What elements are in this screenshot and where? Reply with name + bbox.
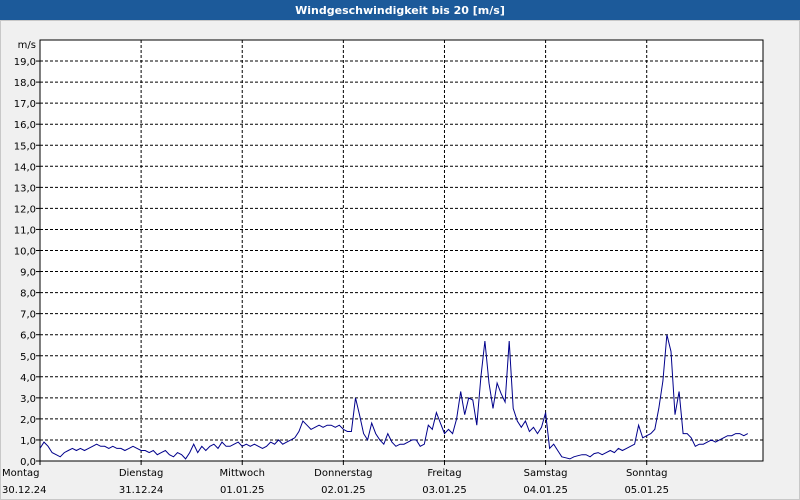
y-tick-label: 9,0	[20, 268, 36, 279]
x-date-label: 03.01.25	[422, 485, 467, 496]
x-weekday-label: Mittwoch	[220, 468, 265, 479]
y-tick-label: 1,0	[20, 436, 36, 447]
y-tick-label: 10,0	[14, 247, 36, 258]
y-tick-label: 16,0	[14, 120, 36, 131]
y-tick-label: 0,0	[20, 457, 36, 468]
x-date-label: 30.12.24	[2, 485, 47, 496]
y-tick-label: 4,0	[20, 373, 36, 384]
x-weekday-label: Freitag	[427, 468, 461, 479]
x-axis: Montag 30.12.24 Dienstag 31.12.24 Mittwoch 01…	[2, 461, 669, 496]
x-date-label: 31.12.24	[119, 485, 164, 496]
x-weekday-label: Montag	[2, 468, 39, 479]
wind-speed-chart: 0,0 1,0 2,0 3,0 4,0 5,0 6,0 7,0 8,0 9,0 10,0 11,0 12…	[2, 39, 764, 496]
y-tick-label: 11,0	[14, 225, 36, 236]
x-weekday-label: Samstag	[524, 468, 568, 479]
y-tick-label: 5,0	[20, 352, 36, 363]
y-tick-label: 2,0	[20, 415, 36, 426]
x-weekday-label: Sonntag	[626, 468, 668, 479]
y-tick-label: 15,0	[14, 141, 36, 152]
x-date-label: 01.01.25	[220, 485, 265, 496]
x-date-label: 05.01.25	[624, 485, 669, 496]
x-date-label: 04.01.25	[523, 485, 568, 496]
x-date-label: 02.01.25	[321, 485, 366, 496]
y-tick-label: 13,0	[14, 183, 36, 194]
y-tick-label: 19,0	[14, 57, 36, 68]
y-tick-label: 14,0	[14, 162, 36, 173]
y-axis-unit-label: m/s	[18, 40, 36, 51]
y-tick-label: 7,0	[20, 310, 36, 321]
y-tick-label: 18,0	[14, 78, 36, 89]
y-tick-label: 12,0	[14, 204, 36, 215]
x-weekday-label: Dienstag	[119, 468, 164, 479]
y-tick-label: 3,0	[20, 394, 36, 405]
x-weekday-label: Donnerstag	[314, 468, 372, 479]
y-axis: 0,0 1,0 2,0 3,0 4,0 5,0 6,0 7,0 8,0 9,0 10,0 11,0 12…	[14, 40, 40, 468]
y-tick-label: 8,0	[20, 289, 36, 300]
y-tick-label: 17,0	[14, 99, 36, 110]
y-tick-label: 6,0	[20, 331, 36, 342]
